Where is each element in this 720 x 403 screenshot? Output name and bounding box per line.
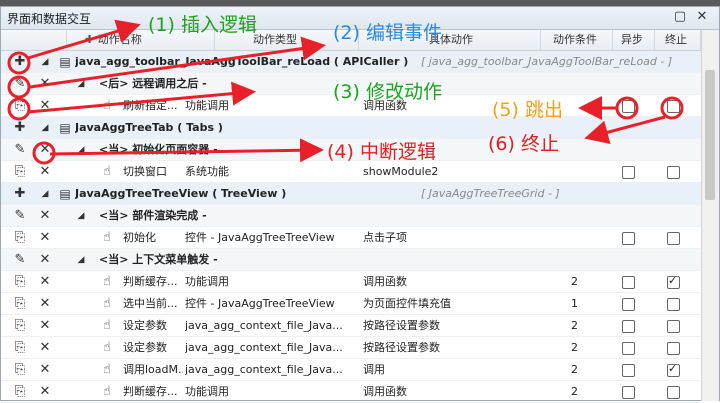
- arrow-stop: [584, 115, 666, 144]
- arrow-break-logic: [49, 138, 324, 163]
- highlight-plus-icon: [7, 51, 31, 75]
- highlight-async-checkbox: [615, 96, 639, 120]
- arrow-edit-event: [29, 36, 326, 89]
- annotation-overlay: [7, 19, 684, 165]
- arrow-insert-logic: [27, 19, 141, 60]
- arrow-modify-action: [27, 81, 256, 114]
- highlight-action-icon: [7, 97, 31, 121]
- highlight-edit-icon: [7, 75, 31, 99]
- highlight-stop-checkbox: [660, 96, 684, 120]
